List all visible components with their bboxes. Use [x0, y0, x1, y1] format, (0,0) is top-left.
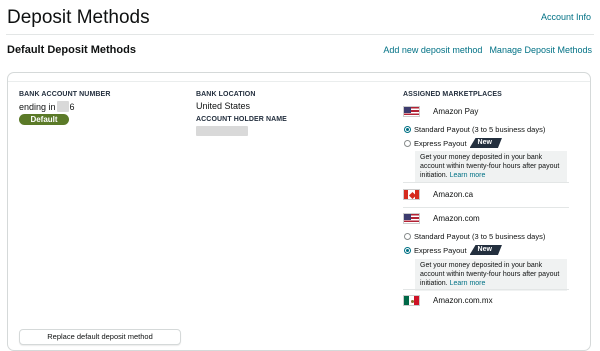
express-payout-option[interactable]: Express Payout New [404, 245, 502, 255]
card-top-divider [8, 81, 590, 82]
marketplace-row-amazon-pay: Amazon Pay [403, 106, 478, 117]
marketplace-name: Amazon.com.mx [433, 296, 493, 305]
assigned-marketplaces-label: ASSIGNED MARKETPLACES [403, 91, 502, 98]
express-payout-info-box: Get your money deposited in your bank ac… [415, 151, 567, 183]
marketplace-row-amazon-com: Amazon.com [403, 213, 480, 224]
ending-suffix: 6 [69, 101, 75, 112]
standard-payout-option[interactable]: Standard Payout (3 to 5 business days) [404, 125, 545, 134]
option-label: Express Payout [414, 138, 467, 148]
info-text: Get your money deposited in your bank ac… [420, 154, 560, 179]
learn-more-link[interactable]: Learn more [450, 172, 486, 179]
us-flag-icon [403, 213, 420, 224]
default-badge: Default [19, 114, 69, 125]
manage-deposit-methods-link[interactable]: Manage Deposit Methods [489, 45, 592, 55]
page-title: Deposit Methods [7, 7, 150, 28]
option-label: Standard Payout (3 to 5 business days) [414, 232, 546, 241]
section-title: Default Deposit Methods [7, 44, 136, 56]
radio-button[interactable] [404, 233, 411, 240]
replace-default-deposit-method-button[interactable]: Replace default deposit method [19, 329, 181, 345]
add-deposit-method-link[interactable]: Add new deposit method [383, 45, 482, 55]
new-badge: New [470, 245, 502, 255]
marketplace-separator [403, 182, 569, 183]
marketplace-name: Amazon.ca [433, 190, 474, 199]
learn-more-link[interactable]: Learn more [450, 280, 486, 287]
account-holder-name-label: ACCOUNT HOLDER NAME [196, 116, 287, 123]
header-links: Add new deposit method Manage Deposit Me… [383, 45, 592, 55]
mexico-flag-icon [403, 295, 420, 306]
top-divider [6, 34, 594, 35]
us-flag-icon [403, 106, 420, 117]
ending-prefix: ending in [19, 101, 56, 112]
marketplace-separator [403, 207, 569, 208]
express-payout-info-box: Get your money deposited in your bank ac… [415, 259, 567, 291]
account-ending: ending in 6 [19, 101, 75, 112]
bank-account-number-label: BANK ACCOUNT NUMBER [19, 91, 111, 98]
account-info-link[interactable]: Account Info [541, 12, 591, 22]
express-payout-option[interactable]: Express Payout New [404, 138, 502, 148]
option-label: Standard Payout (3 to 5 business days) [414, 125, 546, 134]
marketplace-row-amazon-com-mx: Amazon.com.mx [403, 295, 493, 306]
radio-button-checked[interactable] [404, 246, 411, 254]
standard-payout-option[interactable]: Standard Payout (3 to 5 business days) [404, 232, 545, 241]
marketplace-separator [403, 289, 569, 290]
radio-button[interactable] [404, 139, 411, 147]
canada-flag-icon [403, 189, 420, 200]
new-badge: New [470, 138, 502, 148]
info-text: Get your money deposited in your bank ac… [420, 262, 560, 287]
redacted-digits [56, 101, 69, 112]
radio-button-checked[interactable] [404, 126, 411, 133]
bank-location-label: BANK LOCATION [196, 91, 256, 98]
option-label: Express Payout [414, 245, 467, 255]
marketplace-name: Amazon Pay [433, 107, 479, 116]
deposit-method-card: BANK ACCOUNT NUMBER ending in 6 Default … [7, 72, 591, 351]
marketplace-row-amazon-ca: Amazon.ca [403, 189, 473, 200]
redacted-holder-name [196, 126, 248, 136]
bank-location-value: United States [196, 101, 251, 111]
marketplace-name: Amazon.com [433, 214, 480, 223]
